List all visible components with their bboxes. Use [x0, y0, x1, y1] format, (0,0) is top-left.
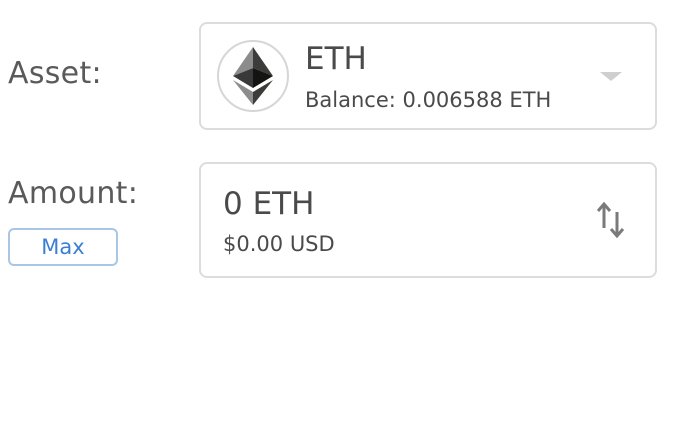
fiat-unit: USD [289, 232, 335, 256]
amount-input[interactable]: 0 ETH $0.00 USD [199, 162, 657, 278]
ethereum-logo-icon [217, 40, 289, 112]
asset-balance: Balance: 0.006588 ETH [305, 88, 551, 112]
amount-value[interactable]: 0 ETH [223, 186, 314, 222]
send-form: Asset: ETH Balance: 0.006588 ETH Amount:… [0, 0, 680, 438]
max-button[interactable]: Max [8, 228, 118, 266]
asset-symbol: ETH [305, 41, 367, 77]
amount-fiat: $0.00 USD [223, 232, 335, 256]
balance-value: 0.006588 [402, 88, 503, 112]
amount-unit: ETH [252, 186, 315, 222]
ethereum-logo-glyph [233, 47, 273, 105]
asset-selector[interactable]: ETH Balance: 0.006588 ETH [199, 22, 657, 130]
asset-label: Asset: [8, 56, 102, 91]
fiat-value: $0.00 [223, 232, 284, 256]
balance-unit: ETH [509, 88, 552, 112]
amount-number: 0 [223, 186, 243, 222]
amount-label: Amount: [8, 176, 139, 211]
balance-prefix: Balance: [305, 88, 396, 112]
caret-down-icon[interactable] [600, 72, 622, 81]
swap-vertical-icon[interactable] [595, 200, 627, 240]
